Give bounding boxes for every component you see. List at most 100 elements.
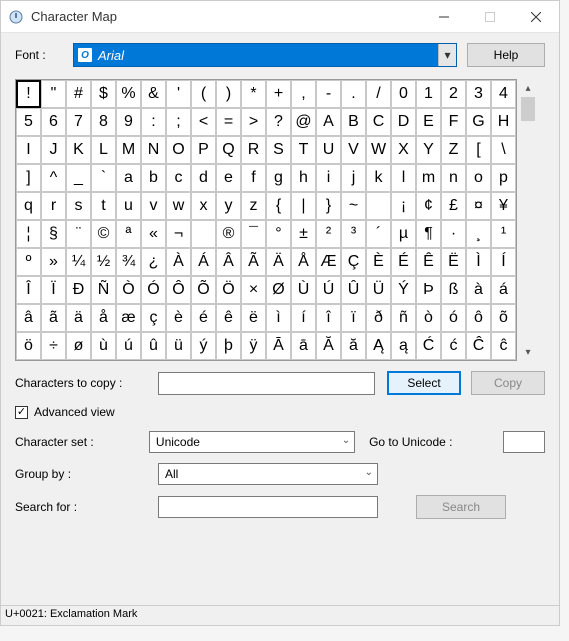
character-cell[interactable]: C bbox=[366, 108, 391, 136]
character-cell[interactable]: Ô bbox=[166, 276, 191, 304]
character-cell[interactable]: 9 bbox=[116, 108, 141, 136]
character-cell[interactable]: ù bbox=[91, 332, 116, 360]
character-cell[interactable]: l bbox=[391, 164, 416, 192]
character-cell[interactable]: B bbox=[341, 108, 366, 136]
character-cell[interactable]: Ê bbox=[416, 248, 441, 276]
character-cell[interactable]: ¾ bbox=[116, 248, 141, 276]
character-cell[interactable]: 0 bbox=[391, 80, 416, 108]
scroll-up-icon[interactable]: ▴ bbox=[519, 79, 537, 97]
character-cell[interactable]: 2 bbox=[441, 80, 466, 108]
character-cell[interactable]: u bbox=[116, 192, 141, 220]
character-cell[interactable]: £ bbox=[441, 192, 466, 220]
character-cell[interactable]: $ bbox=[91, 80, 116, 108]
character-cell[interactable]: ì bbox=[266, 304, 291, 332]
character-cell[interactable]: ñ bbox=[391, 304, 416, 332]
character-cell[interactable]: + bbox=[266, 80, 291, 108]
character-cell[interactable]: ` bbox=[91, 164, 116, 192]
character-cell[interactable]: Ä bbox=[266, 248, 291, 276]
character-cell[interactable]: í bbox=[291, 304, 316, 332]
character-cell[interactable]: â bbox=[16, 304, 41, 332]
goto-unicode-input[interactable] bbox=[503, 431, 545, 453]
character-cell[interactable]: ß bbox=[441, 276, 466, 304]
character-cell[interactable]: T bbox=[291, 136, 316, 164]
character-cell[interactable]: ¯ bbox=[241, 220, 266, 248]
character-cell[interactable]: S bbox=[266, 136, 291, 164]
character-cell[interactable]: Ć bbox=[416, 332, 441, 360]
character-cell[interactable]: Í bbox=[491, 248, 516, 276]
character-cell[interactable]: Y bbox=[416, 136, 441, 164]
character-cell[interactable]: é bbox=[191, 304, 216, 332]
character-cell[interactable]: E bbox=[416, 108, 441, 136]
character-cell[interactable]: Á bbox=[191, 248, 216, 276]
character-cell[interactable]: O bbox=[166, 136, 191, 164]
character-cell[interactable]: ¹ bbox=[491, 220, 516, 248]
character-cell[interactable]: Ë bbox=[441, 248, 466, 276]
grid-scrollbar[interactable]: ▴ ▾ bbox=[519, 79, 537, 361]
character-cell[interactable]: W bbox=[366, 136, 391, 164]
copy-button[interactable]: Copy bbox=[471, 371, 545, 395]
character-cell[interactable]: q bbox=[16, 192, 41, 220]
character-cell[interactable]: 1 bbox=[416, 80, 441, 108]
character-cell[interactable]: 3 bbox=[466, 80, 491, 108]
character-cell[interactable]: G bbox=[466, 108, 491, 136]
character-cell[interactable]: : bbox=[141, 108, 166, 136]
character-cell[interactable]: ö bbox=[16, 332, 41, 360]
character-cell[interactable]: ç bbox=[141, 304, 166, 332]
groupby-dropdown[interactable]: All ⌄ bbox=[158, 463, 378, 485]
character-cell[interactable]: H bbox=[491, 108, 516, 136]
character-cell[interactable]: å bbox=[91, 304, 116, 332]
character-cell[interactable]: ø bbox=[66, 332, 91, 360]
character-cell[interactable]: Ù bbox=[291, 276, 316, 304]
character-cell[interactable]: > bbox=[241, 108, 266, 136]
character-cell[interactable]: , bbox=[291, 80, 316, 108]
character-cell[interactable]: ; bbox=[166, 108, 191, 136]
character-cell[interactable]: ¡ bbox=[391, 192, 416, 220]
character-cell[interactable]: w bbox=[166, 192, 191, 220]
character-cell[interactable]: k bbox=[366, 164, 391, 192]
character-cell[interactable]: × bbox=[241, 276, 266, 304]
character-cell[interactable]: É bbox=[391, 248, 416, 276]
maximize-button[interactable] bbox=[467, 1, 513, 33]
character-cell[interactable]: Ā bbox=[266, 332, 291, 360]
character-cell[interactable]: Û bbox=[341, 276, 366, 304]
character-cell[interactable]: Ì bbox=[466, 248, 491, 276]
character-cell[interactable]: & bbox=[141, 80, 166, 108]
character-cell[interactable]: i bbox=[316, 164, 341, 192]
character-cell[interactable]: ^ bbox=[41, 164, 66, 192]
character-cell[interactable]: Ĉ bbox=[466, 332, 491, 360]
character-cell[interactable]: § bbox=[41, 220, 66, 248]
character-cell[interactable]: ÷ bbox=[41, 332, 66, 360]
character-cell[interactable]: @ bbox=[291, 108, 316, 136]
character-cell[interactable]: P bbox=[191, 136, 216, 164]
character-cell[interactable]: © bbox=[91, 220, 116, 248]
character-cell[interactable]: e bbox=[216, 164, 241, 192]
character-cell[interactable]: . bbox=[341, 80, 366, 108]
character-cell[interactable]: p bbox=[491, 164, 516, 192]
character-cell[interactable]: ¶ bbox=[416, 220, 441, 248]
character-cell[interactable]: Â bbox=[216, 248, 241, 276]
scroll-thumb[interactable] bbox=[521, 97, 535, 121]
character-cell[interactable]: ý bbox=[191, 332, 216, 360]
character-cell[interactable]: 5 bbox=[16, 108, 41, 136]
character-cell[interactable]: À bbox=[166, 248, 191, 276]
character-cell[interactable]: ¥ bbox=[491, 192, 516, 220]
character-cell[interactable]: M bbox=[116, 136, 141, 164]
character-cell[interactable]: ü bbox=[166, 332, 191, 360]
character-cell[interactable]: ® bbox=[216, 220, 241, 248]
character-cell[interactable]: º bbox=[16, 248, 41, 276]
character-cell[interactable]: ÿ bbox=[241, 332, 266, 360]
character-cell[interactable]: X bbox=[391, 136, 416, 164]
character-cell[interactable]: s bbox=[66, 192, 91, 220]
character-cell[interactable]: ¨ bbox=[66, 220, 91, 248]
character-cell[interactable]: j bbox=[341, 164, 366, 192]
character-cell[interactable]: ? bbox=[266, 108, 291, 136]
character-cell[interactable]: 6 bbox=[41, 108, 66, 136]
font-dropdown[interactable]: O Arial ▾ bbox=[73, 43, 457, 67]
character-cell[interactable]: R bbox=[241, 136, 266, 164]
character-cell[interactable]: * bbox=[241, 80, 266, 108]
character-cell[interactable]: ½ bbox=[91, 248, 116, 276]
scroll-track[interactable] bbox=[519, 97, 537, 343]
character-cell[interactable]: Î bbox=[16, 276, 41, 304]
character-cell[interactable]: 4 bbox=[491, 80, 516, 108]
character-cell[interactable]: è bbox=[166, 304, 191, 332]
